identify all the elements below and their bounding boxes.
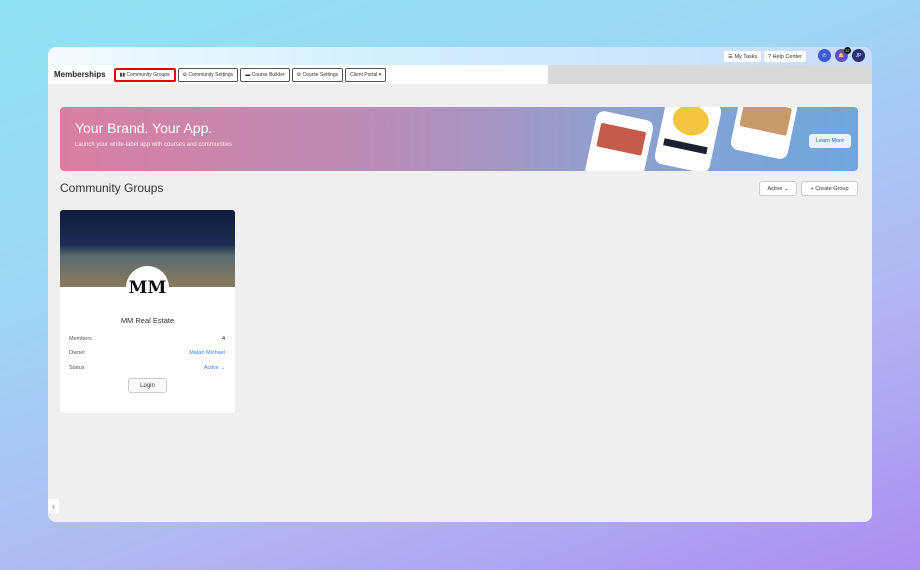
phone-icon[interactable]: ✆ — [818, 49, 831, 62]
create-group-button[interactable]: + Create Group — [801, 181, 858, 196]
tab-community-groups[interactable]: ▮▮ Community Groups — [113, 67, 176, 82]
collapse-sidebar-icon[interactable]: ‹ — [48, 499, 59, 513]
page-title: Memberships — [54, 70, 106, 79]
tab-client-portal[interactable]: Client Portal ▾ — [345, 67, 387, 82]
section-title: Community Groups — [60, 181, 164, 195]
help-center-button[interactable]: ? Help Center — [764, 51, 806, 62]
tab-label: Client Portal — [350, 71, 378, 78]
tab-course-builder[interactable]: ▬ Course Builder — [240, 67, 290, 82]
banner-subtitle: Launch your white-label app with courses… — [75, 142, 233, 148]
help-center-label: Help Center — [772, 53, 802, 60]
phone-mockup-image — [583, 109, 655, 171]
login-button[interactable]: Login — [128, 378, 167, 393]
tab-label: Course Builder — [251, 71, 285, 78]
create-group-label: Create Group — [815, 185, 849, 192]
tab-course-settings[interactable]: ⚙ Course Settings — [291, 67, 344, 82]
group-card: MM MM Real Estate Members 4 Owner Matan Mi… — [60, 210, 235, 413]
avatar[interactable]: JP — [852, 49, 865, 62]
tab-community-settings[interactable]: ⚙ Community Settings — [177, 67, 239, 82]
learn-more-button[interactable]: Learn More — [809, 134, 851, 148]
notification-badge: 37 — [844, 47, 851, 54]
tab-label: Community Groups — [126, 71, 170, 78]
filter-label: Active — [767, 185, 783, 192]
my-tasks-label: My Tasks — [734, 53, 758, 60]
owner-link[interactable]: Matan Michael — [189, 350, 225, 356]
tab-label: Community Settings — [188, 71, 234, 78]
status-filter-dropdown[interactable]: Active ⌄ — [759, 181, 797, 196]
top-bar: ☰ My Tasks ? Help Center ✆ 🔔 37 JP — [48, 47, 872, 65]
status-value: Active — [203, 365, 219, 371]
group-name: MM Real Estate — [120, 316, 175, 325]
members-label: Members — [69, 336, 92, 342]
phone-mockup-image — [653, 107, 723, 171]
nav-bar: Memberships ▮▮ Community Groups ⚙ Commun… — [48, 65, 548, 84]
status-dropdown[interactable]: Active ⌄ — [204, 365, 225, 371]
tab-label: Course Settings — [302, 71, 339, 78]
app-window: ☰ My Tasks ? Help Center ✆ 🔔 37 JP Membe… — [48, 47, 872, 522]
members-count: 4 — [221, 336, 225, 342]
promo-banner: Your Brand. Your App. Launch your white-… — [60, 107, 858, 171]
status-label: Status — [69, 365, 85, 371]
owner-label: Owner — [69, 350, 86, 356]
group-logo: MM — [126, 266, 169, 309]
banner-title: Your Brand. Your App. — [75, 120, 213, 136]
phone-mockup-image — [729, 107, 799, 161]
nav-background — [538, 65, 872, 84]
my-tasks-button[interactable]: ☰ My Tasks — [724, 51, 762, 62]
